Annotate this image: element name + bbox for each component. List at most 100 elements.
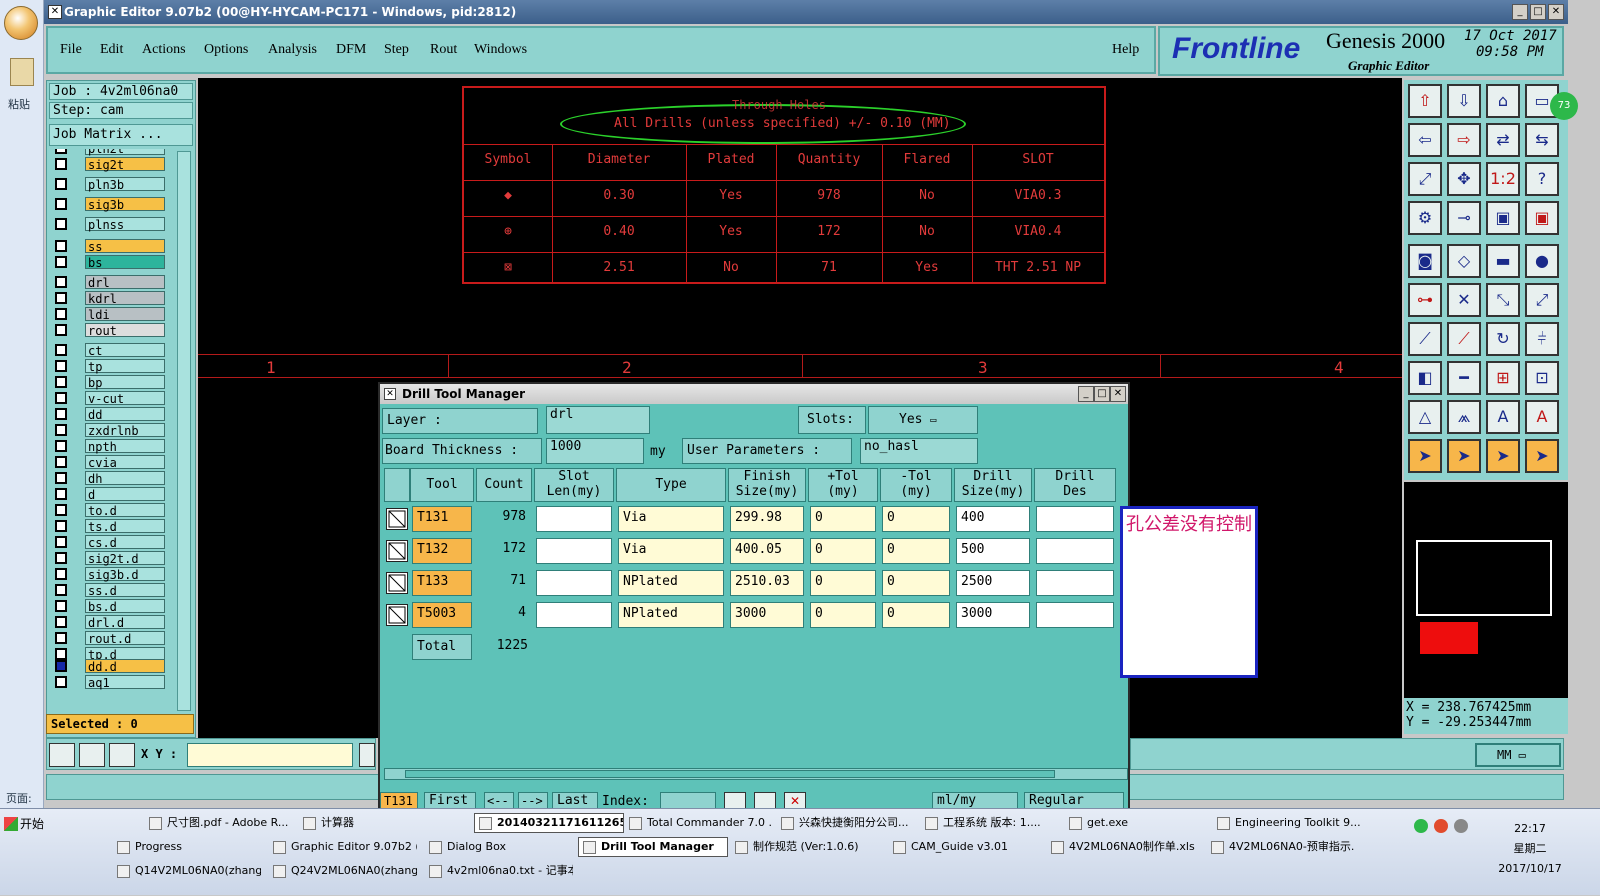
menu-actions[interactable]: Actions [142, 42, 186, 58]
left-icon[interactable]: ⇦ [1408, 123, 1442, 157]
select-box-icon[interactable]: ➤ [1447, 439, 1481, 473]
layer-row[interactable]: sig2t [51, 157, 171, 172]
table-horizontal-scrollbar[interactable] [384, 768, 1128, 780]
taskbar-button[interactable]: Progress [112, 837, 262, 857]
job-matrix-button[interactable]: Job Matrix ... [49, 124, 193, 146]
units-select[interactable]: MM ▭ [1475, 743, 1561, 767]
close-button[interactable]: ✕ [1548, 4, 1564, 20]
layer-name[interactable]: dd.d [85, 659, 165, 674]
taskbar-button[interactable]: 制作规范 (Ver:1.0.6) [730, 837, 880, 857]
layer-row[interactable]: dh [51, 471, 171, 486]
layer-checkbox[interactable] [55, 472, 67, 484]
menu-edit[interactable]: Edit [100, 42, 123, 58]
tray-network-icon[interactable] [1414, 819, 1428, 833]
tool-ntol-cell[interactable]: 0 [882, 506, 950, 532]
layer-checkbox[interactable] [55, 198, 67, 210]
measure-icon[interactable]: ⊸ [1447, 201, 1481, 235]
tool-des-cell[interactable] [1036, 602, 1114, 628]
layer-row[interactable]: pln2t [51, 149, 171, 156]
layer-checkbox[interactable] [55, 276, 67, 288]
dot-icon[interactable]: ● [1525, 244, 1559, 278]
menu-windows[interactable]: Windows [474, 42, 527, 58]
taskbar-button[interactable]: 尺寸图.pdf - Adobe R... [144, 813, 294, 833]
minimize-button[interactable]: _ [1512, 4, 1528, 20]
layer-row[interactable]: kdrl [51, 291, 171, 306]
taskbar-button[interactable]: Drill Tool Manager [578, 837, 728, 857]
layer-name[interactable]: cs.d [85, 535, 165, 550]
layer-checkbox[interactable] [55, 240, 67, 252]
arrow-icon[interactable]: ⩕ [1447, 400, 1481, 434]
layer-checkbox[interactable] [55, 408, 67, 420]
layer-row[interactable]: dd.d [51, 659, 171, 674]
maximize-button[interactable]: □ [1530, 4, 1546, 20]
select-icon[interactable]: ➤ [1408, 439, 1442, 473]
settings-icon[interactable]: ⚙ [1408, 201, 1442, 235]
layer-name[interactable]: rout.d [85, 631, 165, 646]
layer-row[interactable]: tp [51, 359, 171, 374]
column-header[interactable]: -Tol (my) [880, 468, 952, 502]
layer-row[interactable]: ct [51, 343, 171, 358]
layer-row[interactable]: npth [51, 439, 171, 454]
triangle-icon[interactable]: △ [1408, 400, 1442, 434]
zoom-area-icon[interactable] [49, 743, 75, 767]
layer-checkbox[interactable] [55, 552, 67, 564]
layer-row[interactable]: plnss [51, 217, 171, 232]
layer-checkbox[interactable] [55, 308, 67, 320]
taskbar-button[interactable]: 4V2ML06NA0制作单.xls... [1046, 837, 1196, 857]
layer-row[interactable]: pln3b [51, 177, 171, 192]
column-header[interactable]: Drill Des [1034, 468, 1116, 502]
taskbar-button[interactable]: 20140321171611265... [474, 813, 624, 833]
tool-slot-cell[interactable] [536, 506, 612, 532]
layer-name[interactable]: ldi [85, 307, 165, 322]
layer-name[interactable]: ts.d [85, 519, 165, 534]
layer-name[interactable]: v-cut [85, 391, 165, 406]
dialog-minimize-button[interactable]: _ [1078, 386, 1094, 402]
menu-analysis[interactable]: Analysis [268, 42, 317, 58]
layer-row[interactable]: rout.d [51, 631, 171, 646]
layer-checkbox[interactable] [55, 488, 67, 500]
layer-row[interactable]: sig2t.d [51, 551, 171, 566]
layer-checkbox[interactable] [55, 344, 67, 356]
layer-row[interactable]: bp [51, 375, 171, 390]
tool-finish-cell[interactable]: 3000 [730, 602, 804, 628]
exchange-icon[interactable]: ⇆ [1525, 123, 1559, 157]
user-parameters-field[interactable]: no_hasl [860, 438, 978, 464]
column-header[interactable]: Drill Size(my) [954, 468, 1032, 502]
taskbar-button[interactable]: Q24V2ML06NA0(zhangy... [268, 861, 418, 881]
layer-name[interactable]: zxdrlnb [85, 423, 165, 438]
layer-name[interactable]: aq1 [85, 675, 165, 690]
layer-name[interactable]: d [85, 487, 165, 502]
tool-drill-cell[interactable]: 2500 [956, 570, 1030, 596]
taskbar-button[interactable]: get.exe [1064, 813, 1214, 833]
layer-name[interactable]: ct [85, 343, 165, 358]
layer-name[interactable]: tp [85, 359, 165, 374]
tool-ptol-cell[interactable]: 0 [810, 506, 876, 532]
quick-launch-icons[interactable] [1380, 813, 1404, 889]
layer-checkbox[interactable] [55, 616, 67, 628]
layer-row[interactable]: drl.d [51, 615, 171, 630]
layer-name[interactable]: sig2t [85, 157, 165, 172]
xy-input[interactable] [187, 743, 353, 767]
layer-name[interactable]: sig3b [85, 197, 165, 212]
layer-name[interactable]: ss.d [85, 583, 165, 598]
tool-symbol-icon[interactable] [386, 508, 408, 530]
layer-name[interactable]: npth [85, 439, 165, 454]
move-down-icon[interactable]: ⇩ [1447, 84, 1481, 118]
layer-checkbox[interactable] [55, 376, 67, 388]
layer-name[interactable]: bp [85, 375, 165, 390]
layer-name[interactable]: drl [85, 275, 165, 290]
tool-des-cell[interactable] [1036, 570, 1114, 596]
taskbar-button[interactable]: Graphic Editor 9.07b2 (0... [268, 837, 418, 857]
polygon-icon[interactable]: ◇ [1447, 244, 1481, 278]
layer-checkbox[interactable] [55, 178, 67, 190]
menu-step[interactable]: Step [384, 42, 409, 58]
draw-icon[interactable]: ⟋ [1408, 322, 1442, 356]
layer-name[interactable]: to.d [85, 503, 165, 518]
rotate-icon[interactable]: ↻ [1486, 322, 1520, 356]
frame-icon[interactable]: ⊡ [1525, 361, 1559, 395]
column-header[interactable]: Count [476, 468, 532, 502]
layer-row[interactable]: drl [51, 275, 171, 290]
dialog-close-button[interactable]: ✕ [1110, 386, 1126, 402]
tool-type-cell[interactable]: NPlated [618, 570, 724, 596]
slash-icon[interactable]: ⟋ [1447, 322, 1481, 356]
